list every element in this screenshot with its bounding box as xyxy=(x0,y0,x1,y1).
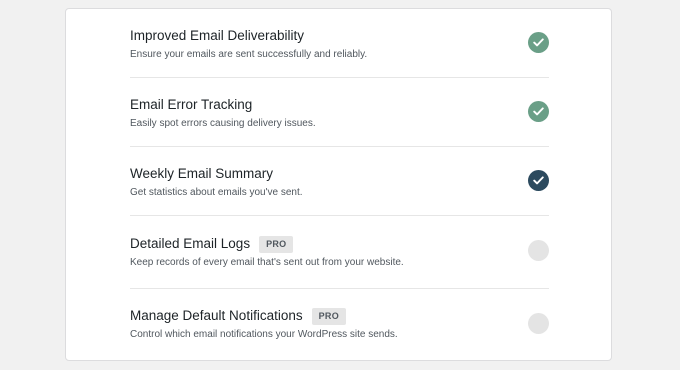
feature-enabled-check[interactable] xyxy=(528,101,549,122)
feature-weekly-email-summary: Weekly Email Summary Get statistics abou… xyxy=(130,164,550,200)
feature-title: Email Error Tracking xyxy=(130,97,253,112)
divider xyxy=(130,77,549,78)
pro-badge: PRO xyxy=(311,307,346,325)
divider xyxy=(130,215,549,216)
feature-description: Ensure your emails are sent successfully… xyxy=(130,49,368,60)
feature-description: Easily spot errors causing delivery issu… xyxy=(130,118,316,129)
feature-disabled-circle[interactable] xyxy=(528,313,549,334)
feature-manage-default-notifications: Manage Default Notifications PRO Control… xyxy=(130,306,550,342)
features-card: Improved Email Deliverability Ensure you… xyxy=(65,8,612,361)
divider xyxy=(130,146,549,147)
feature-enabled-check[interactable] xyxy=(528,32,549,53)
feature-email-error-tracking: Email Error Tracking Easily spot errors … xyxy=(130,95,550,131)
pro-badge: PRO xyxy=(259,235,294,253)
feature-description: Control which email notifications your W… xyxy=(130,329,398,340)
feature-description: Get statistics about emails you've sent. xyxy=(130,187,303,198)
divider xyxy=(130,288,549,289)
feature-title: Detailed Email Logs xyxy=(130,236,251,251)
feature-title: Manage Default Notifications xyxy=(130,308,303,323)
feature-title: Improved Email Deliverability xyxy=(130,28,305,43)
feature-detailed-email-logs: Detailed Email Logs PRO Keep records of … xyxy=(130,234,550,270)
feature-enabled-check[interactable] xyxy=(528,170,549,191)
feature-improved-email-deliverability: Improved Email Deliverability Ensure you… xyxy=(130,26,550,62)
feature-description: Keep records of every email that's sent … xyxy=(130,257,404,268)
feature-disabled-circle[interactable] xyxy=(528,240,549,261)
feature-title: Weekly Email Summary xyxy=(130,166,274,181)
check-icon xyxy=(533,107,544,116)
check-icon xyxy=(533,176,544,185)
check-icon xyxy=(533,38,544,47)
